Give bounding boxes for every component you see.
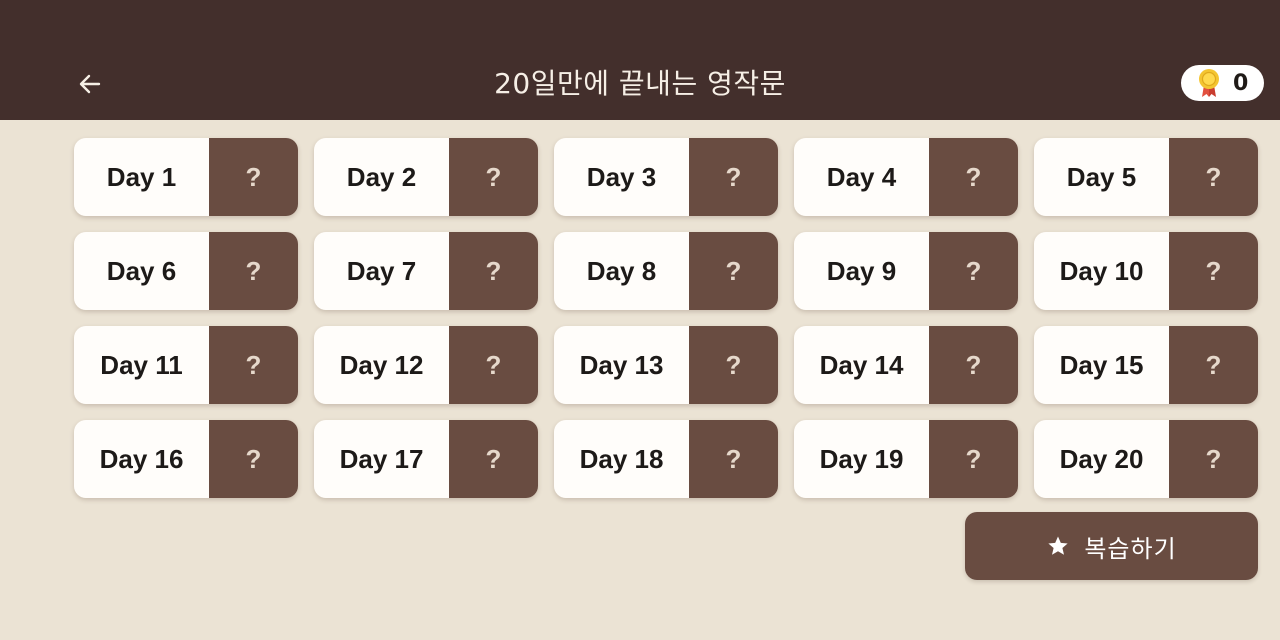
day-status: ? — [689, 138, 778, 216]
day-status: ? — [449, 138, 538, 216]
day-status: ? — [689, 232, 778, 310]
day-label: Day 2 — [314, 138, 449, 216]
day-label: Day 15 — [1034, 326, 1169, 404]
day-status: ? — [929, 420, 1018, 498]
day-label: Day 3 — [554, 138, 689, 216]
arrow-left-icon — [79, 74, 101, 94]
coin-count: 0 — [1233, 70, 1249, 96]
day-status: ? — [929, 138, 1018, 216]
day-card[interactable]: Day 4? — [794, 138, 1018, 216]
day-card[interactable]: Day 20? — [1034, 420, 1258, 498]
day-status: ? — [449, 232, 538, 310]
day-label: Day 17 — [314, 420, 449, 498]
day-card[interactable]: Day 16? — [74, 420, 298, 498]
day-card[interactable]: Day 10? — [1034, 232, 1258, 310]
day-status: ? — [1169, 138, 1258, 216]
day-card[interactable]: Day 12? — [314, 326, 538, 404]
day-card[interactable]: Day 15? — [1034, 326, 1258, 404]
day-card[interactable]: Day 17? — [314, 420, 538, 498]
day-label: Day 1 — [74, 138, 209, 216]
star-icon — [1048, 536, 1068, 555]
day-label: Day 10 — [1034, 232, 1169, 310]
day-label: Day 9 — [794, 232, 929, 310]
day-card[interactable]: Day 2? — [314, 138, 538, 216]
day-label: Day 7 — [314, 232, 449, 310]
day-label: Day 18 — [554, 420, 689, 498]
review-button[interactable]: 복습하기 — [965, 512, 1258, 580]
day-label: Day 14 — [794, 326, 929, 404]
day-status: ? — [1169, 326, 1258, 404]
day-card[interactable]: Day 18? — [554, 420, 778, 498]
back-button[interactable] — [70, 64, 110, 104]
day-card[interactable]: Day 3? — [554, 138, 778, 216]
day-status: ? — [689, 326, 778, 404]
day-label: Day 5 — [1034, 138, 1169, 216]
day-card[interactable]: Day 7? — [314, 232, 538, 310]
day-card[interactable]: Day 13? — [554, 326, 778, 404]
medal-icon — [1199, 69, 1219, 97]
day-status: ? — [1169, 232, 1258, 310]
day-status: ? — [1169, 420, 1258, 498]
day-status: ? — [449, 420, 538, 498]
day-label: Day 4 — [794, 138, 929, 216]
day-card[interactable]: Day 8? — [554, 232, 778, 310]
day-grid: Day 1? Day 2? Day 3? Day 4? Day 5? Day 6? Day … — [74, 138, 1258, 498]
day-status: ? — [209, 232, 298, 310]
page-title: 20일만에 끝내는 영작문 — [494, 67, 786, 100]
day-label: Day 19 — [794, 420, 929, 498]
day-card[interactable]: Day 11? — [74, 326, 298, 404]
coin-counter[interactable]: 0 — [1181, 65, 1264, 101]
day-status: ? — [209, 326, 298, 404]
day-label: Day 11 — [74, 326, 209, 404]
day-status: ? — [209, 420, 298, 498]
day-label: Day 6 — [74, 232, 209, 310]
day-status: ? — [929, 232, 1018, 310]
review-button-label: 복습하기 — [1084, 534, 1177, 563]
day-card[interactable]: Day 1? — [74, 138, 298, 216]
day-status: ? — [689, 420, 778, 498]
day-card[interactable]: Day 19? — [794, 420, 1018, 498]
day-card[interactable]: Day 6? — [74, 232, 298, 310]
day-status: ? — [929, 326, 1018, 404]
day-card[interactable]: Day 9? — [794, 232, 1018, 310]
day-label: Day 13 — [554, 326, 689, 404]
day-status: ? — [449, 326, 538, 404]
day-status: ? — [209, 138, 298, 216]
day-label: Day 8 — [554, 232, 689, 310]
day-label: Day 20 — [1034, 420, 1169, 498]
day-label: Day 12 — [314, 326, 449, 404]
app-header: 20일만에 끝내는 영작문 0 — [0, 0, 1280, 120]
day-label: Day 16 — [74, 420, 209, 498]
day-card[interactable]: Day 5? — [1034, 138, 1258, 216]
day-card[interactable]: Day 14? — [794, 326, 1018, 404]
